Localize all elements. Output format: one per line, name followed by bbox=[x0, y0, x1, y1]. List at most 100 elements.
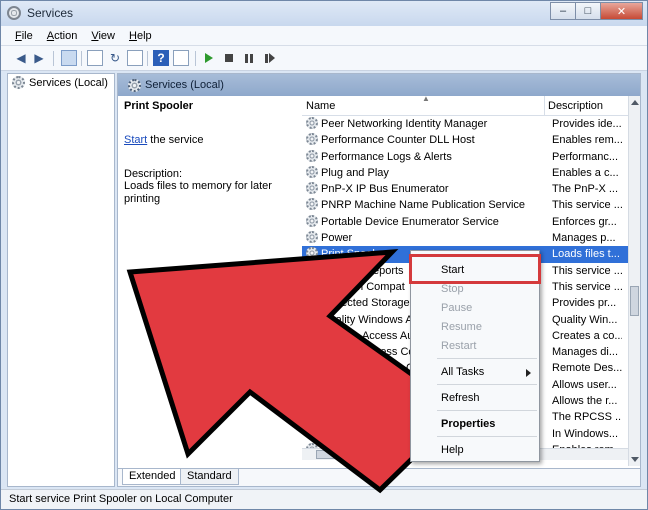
service-description-cell: Allows the r... bbox=[552, 395, 618, 408]
services-gear-icon bbox=[7, 6, 21, 20]
service-name-cell: Peer Networking Identity Manager bbox=[321, 118, 488, 130]
context-properties[interactable]: Properties bbox=[411, 415, 539, 433]
service-description-cell: Performanc... bbox=[552, 150, 619, 163]
window-controls: – □ ✕ bbox=[550, 2, 643, 20]
selected-service-name: Print Spooler bbox=[124, 100, 194, 112]
start-highlight-box bbox=[409, 254, 541, 284]
scroll-up-icon[interactable] bbox=[631, 100, 639, 105]
menu-help-label: elp bbox=[136, 30, 152, 42]
scroll-down-icon[interactable] bbox=[631, 457, 639, 462]
description-label: Description: bbox=[124, 168, 183, 180]
extended-description: Print Spooler Start the service Descript… bbox=[124, 100, 300, 206]
context-refresh[interactable]: Refresh bbox=[411, 389, 539, 407]
sort-ascending-icon: ▲ bbox=[422, 96, 430, 103]
context-all-tasks[interactable]: All Tasks bbox=[411, 363, 539, 381]
table-row[interactable]: Performance Logs & Alerts Performanc... bbox=[302, 149, 628, 165]
context-all-tasks-label: All Tasks bbox=[441, 366, 485, 378]
service-gear-icon bbox=[306, 198, 318, 211]
horizontal-scroll-thumb[interactable] bbox=[316, 450, 406, 459]
menu-file-accel: F bbox=[15, 30, 22, 42]
service-gear-icon bbox=[306, 263, 318, 276]
column-header-description[interactable]: Description bbox=[548, 100, 603, 112]
show-hide-console-tree-icon[interactable] bbox=[61, 50, 77, 66]
maximize-button[interactable]: □ bbox=[575, 2, 601, 20]
menu-help[interactable]: Help bbox=[129, 26, 152, 45]
close-button[interactable]: ✕ bbox=[600, 2, 643, 20]
start-service-suffix: the service bbox=[147, 134, 204, 146]
console-tree: Services (Local) bbox=[7, 73, 115, 487]
toolbar-separator bbox=[195, 51, 196, 66]
view-tabs: Extended Standard bbox=[118, 468, 640, 486]
service-description-cell: Remote Des... bbox=[552, 362, 622, 375]
show-action-pane-icon[interactable] bbox=[173, 50, 189, 66]
service-gear-icon bbox=[306, 182, 318, 195]
pause-service-icon[interactable] bbox=[241, 50, 257, 66]
service-name-cell: Plug and Play bbox=[321, 166, 389, 179]
service-description-cell: Provides ide... bbox=[552, 118, 622, 130]
service-description-cell: Quality Win... bbox=[552, 313, 618, 326]
context-separator bbox=[437, 436, 537, 437]
refresh-icon[interactable]: ↻ bbox=[107, 50, 123, 66]
vertical-scrollbar[interactable] bbox=[628, 96, 640, 466]
context-help[interactable]: Help bbox=[411, 441, 539, 459]
minimize-button[interactable]: – bbox=[550, 2, 576, 20]
status-bar: Start service Print Spooler on Local Com… bbox=[1, 489, 647, 509]
service-description-cell: Manages di... bbox=[552, 346, 619, 359]
context-pause[interactable]: Pause bbox=[411, 299, 539, 317]
table-row[interactable]: Plug and Play Enables a c... bbox=[302, 165, 628, 181]
service-gear-icon bbox=[306, 312, 318, 325]
table-row[interactable]: Performance Counter DLL Host Enables rem.… bbox=[302, 132, 628, 148]
service-gear-icon bbox=[306, 426, 318, 439]
menu-view[interactable]: View bbox=[91, 26, 115, 45]
context-resume[interactable]: Resume bbox=[411, 318, 539, 336]
start-service-line: Start the service bbox=[124, 134, 300, 146]
service-gear-icon bbox=[306, 214, 318, 227]
service-description-cell: Allows user... bbox=[552, 378, 617, 391]
table-row[interactable]: PnP-X IP Bus Enumerator The PnP-X ... bbox=[302, 181, 628, 197]
start-service-icon[interactable] bbox=[201, 50, 217, 66]
toolbar-separator bbox=[81, 51, 82, 66]
service-gear-icon bbox=[306, 165, 318, 178]
tree-services-local[interactable]: Services (Local) bbox=[12, 76, 108, 89]
context-restart[interactable]: Restart bbox=[411, 337, 539, 355]
start-service-link[interactable]: Start bbox=[124, 134, 147, 146]
service-description-cell: Enables rem... bbox=[552, 134, 622, 147]
restart-service-icon[interactable] bbox=[261, 50, 277, 66]
service-name-cell: Remote Procedure C bbox=[321, 411, 425, 424]
service-gear-icon bbox=[306, 133, 318, 146]
service-description-cell: Enables a c... bbox=[552, 166, 619, 179]
service-name-cell: Print Spooler bbox=[321, 248, 385, 261]
table-row[interactable]: Peer Networking Identity Manager Provides… bbox=[302, 116, 628, 132]
service-name-cell: Power bbox=[321, 232, 353, 245]
service-name-cell: Performance Counter DLL Host bbox=[321, 134, 475, 147]
properties-sheet-icon[interactable] bbox=[87, 50, 103, 66]
list-header: ▲ Name Description bbox=[302, 96, 628, 116]
menu-action[interactable]: Action bbox=[47, 26, 78, 45]
service-description-cell: Creates a co... bbox=[552, 329, 622, 342]
service-name-cell: PnP-X IP Bus Enumerator bbox=[321, 183, 449, 196]
column-header-name[interactable]: Name bbox=[306, 100, 335, 112]
service-description-cell: This service ... bbox=[552, 199, 622, 212]
stop-service-icon[interactable] bbox=[221, 50, 237, 66]
services-pane: Services (Local) Print Spooler Start the… bbox=[117, 73, 641, 487]
service-description-cell: Provides pr... bbox=[552, 297, 617, 310]
back-arrow-icon[interactable]: ◀ bbox=[13, 50, 29, 66]
vertical-scroll-thumb[interactable] bbox=[630, 286, 639, 316]
table-row[interactable]: Portable Device Enumerator Service Enforc… bbox=[302, 214, 628, 230]
menu-file[interactable]: File bbox=[15, 26, 33, 45]
tab-extended[interactable]: Extended bbox=[122, 469, 183, 485]
forward-arrow-icon[interactable]: ▶ bbox=[31, 50, 47, 66]
menu-bar: File Action View Help bbox=[1, 26, 647, 46]
tab-standard[interactable]: Standard bbox=[180, 469, 239, 485]
service-name-cell: Remote Access Auto bbox=[321, 329, 423, 342]
table-row[interactable]: Power Manages p... bbox=[302, 230, 628, 246]
table-row[interactable]: PNRP Machine Name Publication Service Thi… bbox=[302, 197, 628, 213]
service-name-cell: Performance Logs & Alerts bbox=[321, 150, 452, 163]
service-gear-icon bbox=[306, 231, 318, 244]
export-list-icon[interactable] bbox=[127, 50, 143, 66]
services-gear-icon bbox=[12, 76, 25, 89]
title-bar[interactable]: Services – □ ✕ bbox=[1, 1, 647, 26]
column-divider[interactable] bbox=[544, 96, 545, 116]
toolbar-separator bbox=[147, 51, 148, 66]
help-icon[interactable]: ? bbox=[153, 50, 169, 66]
